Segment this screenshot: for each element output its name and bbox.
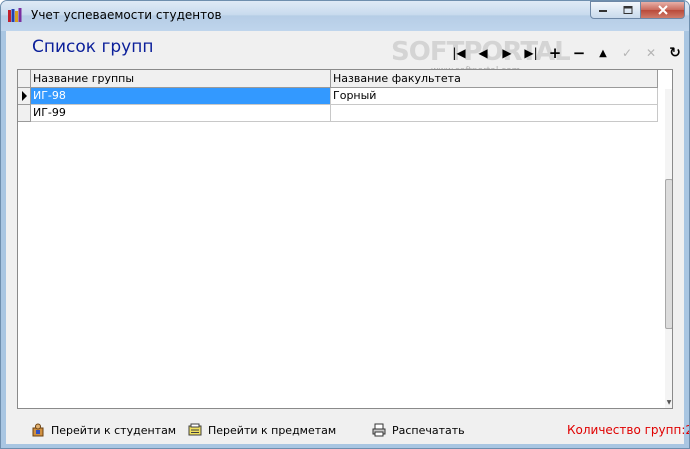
nav-prior-button[interactable]: ◀ — [471, 43, 495, 63]
nav-cancel-button[interactable]: ✕ — [639, 43, 663, 63]
main-panel: Список групп SOFTPORTAL www.softportal.c… — [6, 31, 689, 444]
bottom-toolbar: Перейти к студентам Перейти к предметам … — [6, 416, 689, 440]
nav-insert-button[interactable]: + — [543, 43, 567, 63]
window-title: Учет успеваемости студентов — [31, 8, 222, 22]
subjects-icon — [188, 423, 202, 436]
go-to-students-button[interactable]: Перейти к студентам — [31, 422, 176, 438]
go-to-students-label: Перейти к студентам — [51, 423, 177, 437]
grid-cell[interactable]: ИГ-99 — [31, 105, 331, 122]
title-bar[interactable]: Учет успеваемости студентов — [1, 1, 689, 31]
maximize-icon — [623, 6, 632, 14]
current-row-arrow-icon — [22, 91, 27, 101]
page-title: Список групп — [32, 37, 154, 57]
groups-grid[interactable]: Название группы Название факультета ИГ-9… — [17, 69, 673, 409]
row-indicator[interactable] — [18, 105, 31, 122]
students-icon — [32, 423, 44, 437]
column-header-group-name[interactable]: Название группы — [31, 70, 331, 88]
nav-edit-button[interactable]: ▲ — [591, 43, 615, 63]
books-app-icon — [8, 8, 22, 22]
grid-cell[interactable] — [331, 105, 658, 122]
go-to-subjects-label: Перейти к предметам — [208, 423, 337, 437]
nav-delete-button[interactable]: − — [567, 43, 591, 63]
scrollbar-thumb[interactable] — [665, 179, 672, 329]
grid-corner — [18, 70, 31, 88]
close-icon — [657, 5, 668, 15]
column-header-faculty-name[interactable]: Название факультета — [331, 70, 658, 88]
nav-next-button[interactable]: ▶ — [495, 43, 519, 63]
groups-count-label: Количество групп:2 — [567, 423, 690, 437]
row-indicator[interactable] — [18, 88, 31, 105]
print-button[interactable]: Распечатать — [372, 422, 465, 438]
app-window: Учет успеваемости студентов Список групп… — [0, 0, 690, 449]
db-navigator: |◀ ◀ ▶ ▶| + − ▲ ✓ ✕ ↻ — [447, 43, 687, 63]
go-to-subjects-button[interactable]: Перейти к предметам — [188, 422, 336, 438]
nav-first-button[interactable]: |◀ — [447, 43, 471, 63]
nav-post-button[interactable]: ✓ — [615, 43, 639, 63]
grid-cell[interactable]: ИГ-98 — [31, 88, 331, 105]
close-button[interactable] — [641, 1, 685, 19]
maximize-button[interactable] — [615, 1, 641, 19]
printer-icon — [372, 423, 386, 437]
scroll-down-arrow-icon[interactable]: ▼ — [665, 398, 672, 408]
grid-cell[interactable]: Горный — [331, 88, 658, 105]
vertical-scrollbar[interactable]: ▼ — [665, 89, 672, 408]
minimize-icon — [599, 10, 607, 12]
nav-refresh-button[interactable]: ↻ — [663, 43, 687, 63]
print-label: Распечатать — [392, 423, 465, 437]
minimize-button[interactable] — [590, 1, 616, 19]
nav-last-button[interactable]: ▶| — [519, 43, 543, 63]
